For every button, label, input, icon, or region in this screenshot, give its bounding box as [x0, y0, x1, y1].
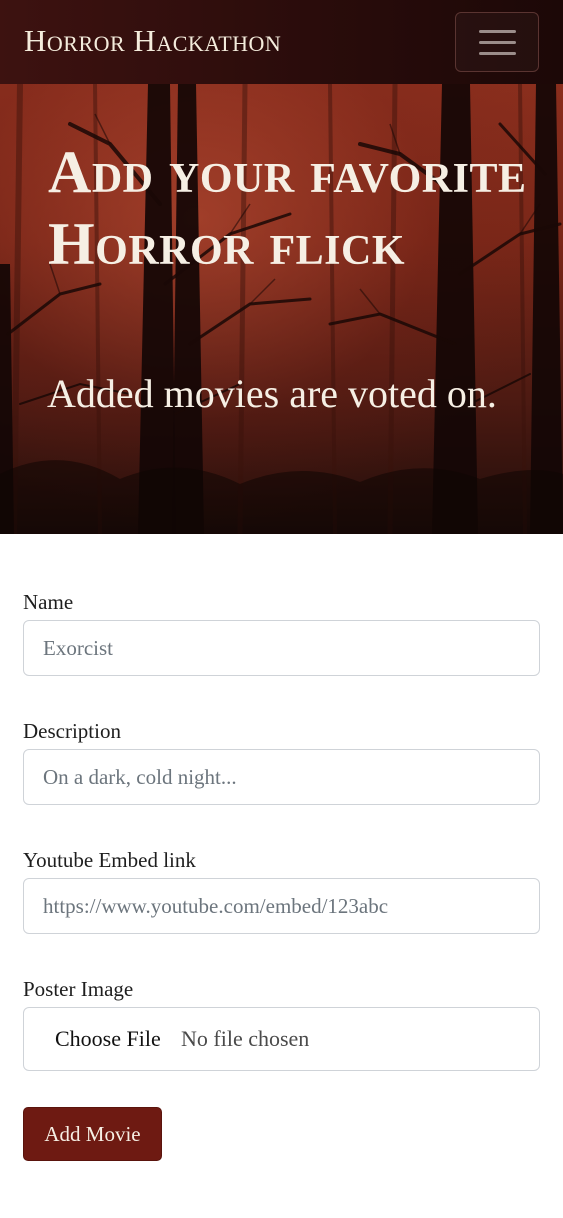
navbar-toggle-button[interactable]: [455, 12, 539, 72]
youtube-link-label: Youtube Embed link: [23, 848, 196, 872]
youtube-link-input[interactable]: [23, 878, 540, 934]
poster-file-input[interactable]: Choose File No file chosen: [23, 1007, 540, 1071]
name-input[interactable]: [23, 620, 540, 676]
navbar: Horror Hackathon: [0, 0, 563, 84]
file-status-text: No file chosen: [181, 1026, 310, 1051]
hamburger-menu-icon: [479, 30, 516, 56]
description-input[interactable]: [23, 749, 540, 805]
choose-file-button[interactable]: Choose File: [55, 1025, 161, 1053]
hero-banner: Add your favorite Horror flick Added mov…: [0, 84, 563, 534]
hero-title: Add your favorite Horror flick: [48, 139, 527, 277]
add-movie-button[interactable]: Add Movie: [23, 1107, 162, 1161]
name-label: Name: [23, 590, 74, 614]
hero-subtitle: Added movies are voted on.: [47, 371, 497, 416]
description-label: Description: [23, 719, 121, 743]
brand-link[interactable]: Horror Hackathon: [24, 22, 281, 60]
poster-image-label: Poster Image: [23, 977, 134, 1001]
